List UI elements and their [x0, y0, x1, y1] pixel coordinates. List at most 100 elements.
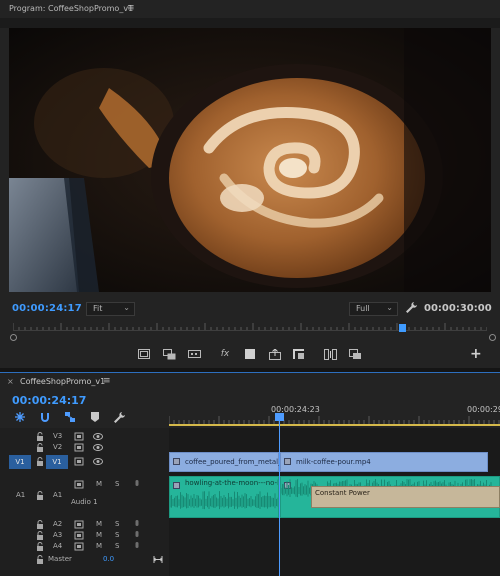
sync-lock-icon[interactable] [74, 542, 84, 551]
lock-icon[interactable] [35, 457, 45, 466]
clip-label: howling-at-the-moon---no-lead [185, 479, 278, 487]
fx-badge-icon [173, 482, 180, 489]
timeline-ruler[interactable]: 00:00:24:23 00:00:29: [169, 390, 500, 428]
program-playhead[interactable] [398, 324, 406, 332]
program-scrub-bar[interactable] [9, 320, 496, 341]
microphone-icon[interactable] [132, 520, 142, 529]
lock-icon[interactable] [35, 520, 45, 529]
track-header-a3: A3 M S [0, 530, 169, 541]
microphone-icon[interactable] [132, 542, 142, 551]
sync-lock-icon[interactable] [74, 443, 84, 452]
program-current-timecode[interactable]: 00:00:24:17 [12, 303, 82, 314]
linked-selection-icon[interactable] [64, 411, 76, 423]
track-name-a1[interactable]: A1 [53, 491, 62, 499]
timeline-tools [12, 411, 172, 425]
scrub-track [13, 330, 487, 331]
zoom-level-value: Fit [93, 304, 103, 313]
mute-button[interactable]: M [96, 531, 102, 539]
snap-icon[interactable] [39, 411, 51, 423]
track-name-v3: V3 [53, 432, 63, 440]
safe-margins-icon[interactable] [137, 347, 151, 361]
lock-icon[interactable] [35, 542, 45, 551]
track-label-audio-1: Audio 1 [71, 498, 98, 506]
latte-art-frame [9, 28, 491, 292]
lock-icon[interactable] [35, 432, 45, 441]
eye-icon[interactable] [93, 432, 103, 441]
mute-button[interactable]: M [96, 542, 102, 550]
stop-icon[interactable] [243, 347, 257, 361]
audio-transition[interactable]: Constant Power [311, 486, 500, 508]
solo-button[interactable]: S [115, 531, 119, 539]
lock-icon[interactable] [35, 491, 45, 500]
track-name-a4: A4 [53, 542, 63, 550]
microphone-icon[interactable] [132, 531, 142, 540]
timeline-menu-icon[interactable]: ≡ [103, 376, 111, 386]
multi-camera-icon[interactable] [162, 347, 176, 361]
timeline-header: × CoffeeShopPromo_v1 ≡ [0, 372, 500, 390]
track-header-a1: A1 A1 M S Audio 1 [0, 476, 169, 518]
program-timecode-row: 00:00:24:17 Fit ⌄ Full ⌄ 00:00:30:00 [0, 298, 500, 320]
sync-lock-icon[interactable] [74, 531, 84, 540]
sequence-tab[interactable]: CoffeeShopPromo_v1 [20, 377, 105, 386]
eye-icon[interactable] [93, 457, 103, 466]
add-marker-icon[interactable] [89, 411, 101, 423]
close-icon[interactable]: × [7, 377, 14, 386]
source-patch-a1[interactable]: A1 [16, 491, 25, 499]
eye-icon[interactable] [93, 443, 103, 452]
transition-label: Constant Power [315, 489, 370, 497]
program-duration-timecode: 00:00:30:00 [424, 303, 492, 314]
program-panel-menu-icon[interactable]: ≡ [127, 3, 135, 13]
lock-icon[interactable] [35, 531, 45, 540]
fx-icon[interactable]: fx [218, 347, 232, 361]
lock-icon[interactable] [35, 555, 45, 564]
lock-icon[interactable] [35, 443, 45, 452]
mute-button[interactable]: M [96, 480, 102, 488]
track-headers: V3 V2 V1 V1 A1 A1 M S Audio 1 A2 M S A3 … [0, 428, 169, 576]
video-clip[interactable]: milk-coffee-pour.mp4 [280, 452, 488, 472]
audio-clip[interactable]: howling-at-the-moon---no-lead [169, 476, 279, 518]
track-header-a2: A2 M S [0, 519, 169, 530]
zoom-handle-right[interactable] [489, 334, 496, 341]
wrench-icon[interactable] [405, 301, 417, 314]
track-target-v1[interactable]: V1 [46, 455, 68, 469]
mute-button[interactable]: M [96, 520, 102, 528]
microphone-icon[interactable] [132, 480, 142, 489]
sync-lock-icon[interactable] [74, 432, 84, 441]
program-monitor-top-bar [0, 18, 500, 28]
insert-icon[interactable] [323, 347, 337, 361]
transport-controls: fx + [0, 342, 500, 366]
nest-sequence-icon[interactable] [14, 411, 26, 423]
work-area-bar[interactable] [169, 424, 500, 426]
audio-waveform [170, 491, 278, 510]
playback-resolution-dropdown[interactable]: Full ⌄ [349, 302, 398, 316]
sync-lock-icon[interactable] [74, 520, 84, 529]
timeline-current-timecode[interactable]: 00:00:24:17 [12, 394, 86, 407]
solo-button[interactable]: S [115, 542, 119, 550]
go-to-end-icon[interactable] [153, 555, 163, 564]
master-volume-value[interactable]: 0.0 [103, 555, 114, 563]
timeline-playhead[interactable] [279, 418, 280, 576]
program-monitor-title[interactable]: Program: CoffeeShopPromo_v1 [9, 4, 133, 13]
extract-icon[interactable] [292, 347, 306, 361]
sync-lock-icon[interactable] [74, 480, 84, 489]
source-patch-v1[interactable]: V1 [9, 455, 31, 469]
track-name-a2: A2 [53, 520, 63, 528]
add-button[interactable]: + [470, 346, 482, 362]
solo-button[interactable]: S [115, 520, 119, 528]
timeline-track-area[interactable]: coffee_poured_from_metal_p milk-coffee-p… [169, 428, 500, 576]
export-frame-icon[interactable] [187, 347, 201, 361]
track-name-v2: V2 [53, 443, 63, 451]
zoom-level-dropdown[interactable]: Fit ⌄ [86, 302, 135, 316]
timeline-settings-wrench-icon[interactable] [113, 411, 125, 423]
fx-badge-icon [284, 458, 291, 465]
video-clip[interactable]: coffee_poured_from_metal_p [169, 452, 286, 472]
clip-label: milk-coffee-pour.mp4 [296, 458, 371, 466]
overwrite-icon[interactable] [348, 347, 362, 361]
lift-icon[interactable] [268, 347, 282, 361]
sync-lock-icon[interactable] [74, 457, 84, 466]
zoom-handle-left[interactable] [10, 334, 17, 341]
fx-badge-icon [173, 458, 180, 465]
track-header-v3: V3 [0, 431, 169, 441]
solo-button[interactable]: S [115, 480, 119, 488]
ruler-ticks [169, 416, 500, 424]
